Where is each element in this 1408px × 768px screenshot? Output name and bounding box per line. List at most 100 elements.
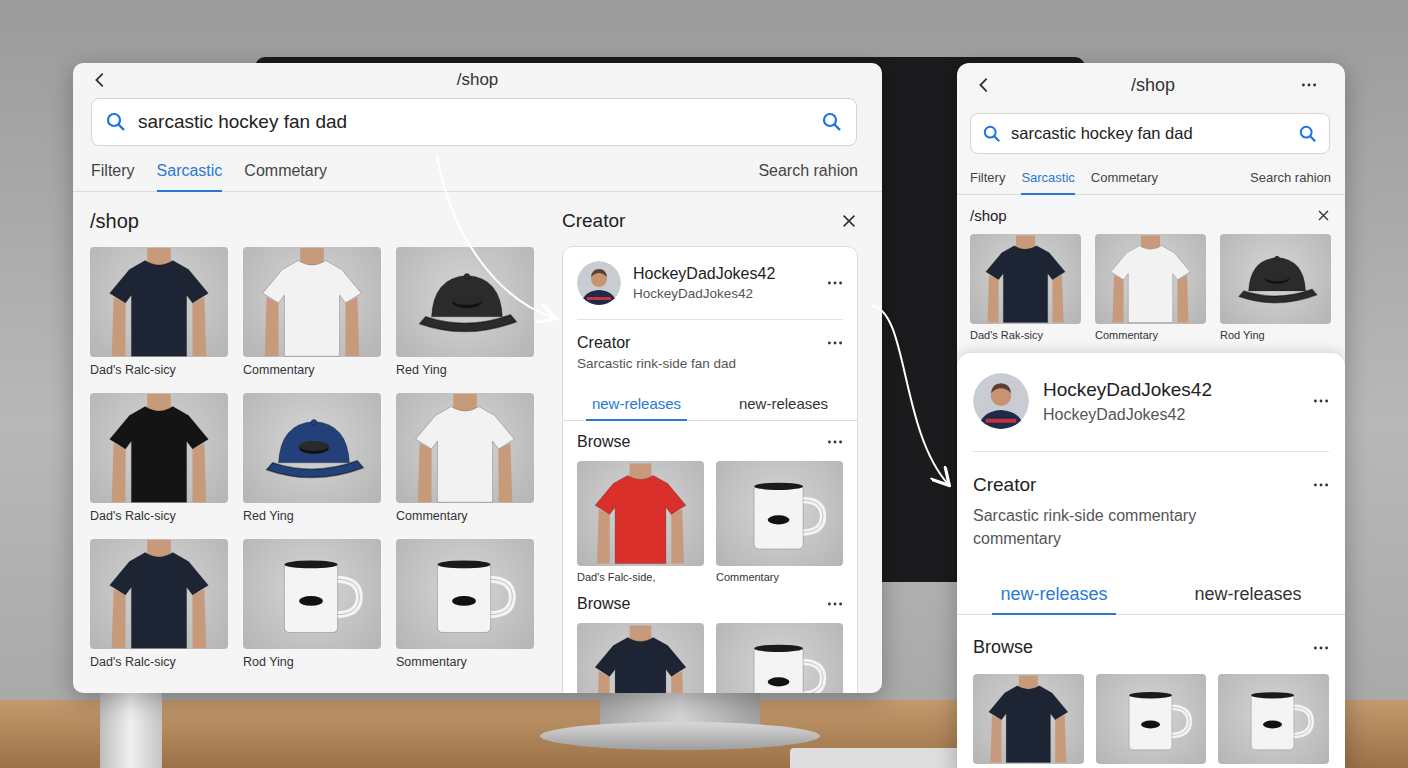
- search-link[interactable]: Search rahion: [758, 158, 858, 192]
- creator-tab[interactable]: new-releases: [957, 578, 1151, 614]
- arrow-icon: [872, 306, 948, 484]
- more-icon[interactable]: [1313, 398, 1329, 404]
- search-field[interactable]: sarcastic hockey fan dad: [91, 98, 857, 146]
- filter-tab[interactable]: Sarcastic: [157, 158, 223, 192]
- creator-tab[interactable]: new-releases: [710, 389, 857, 420]
- filter-tabs: Filtery Sarcastic Commetary Search rahion: [957, 154, 1345, 195]
- monitor-stand-base: [540, 722, 820, 750]
- back-chevron-icon[interactable]: [91, 71, 109, 89]
- product-card[interactable]: Dad's Ralc-sicy: [90, 247, 228, 377]
- creator-panel-title: Creator: [562, 210, 625, 232]
- more-icon[interactable]: [1313, 482, 1329, 488]
- product-caption: Commentary: [396, 509, 534, 523]
- more-icon[interactable]: [827, 280, 843, 286]
- search-submit-icon[interactable]: [822, 112, 842, 132]
- creator-tab[interactable]: new-releases: [1151, 578, 1345, 614]
- creator-profile: HockeyDadJokes42HockeyDadJokes42: [577, 247, 843, 320]
- product-image: [1095, 234, 1206, 324]
- product-image: [973, 674, 1084, 764]
- search-submit-icon[interactable]: [1299, 125, 1317, 143]
- product-caption: Commentary: [243, 363, 381, 377]
- back-chevron-icon[interactable]: [975, 76, 993, 94]
- mug-image: [396, 539, 534, 649]
- creator-tabs: new-releasesnew-releases: [563, 389, 857, 421]
- close-icon[interactable]: [1316, 208, 1331, 223]
- product-card[interactable]: [577, 623, 704, 693]
- product-card[interactable]: Rod Ying: [243, 539, 381, 669]
- creator-bio: Sarcastic rink-side fan dad: [577, 356, 843, 371]
- window-title: /shop: [131, 70, 824, 90]
- window-title: /shop: [1005, 75, 1301, 96]
- product-caption: Dad's Ralc-sicy: [90, 363, 228, 377]
- product-card[interactable]: Dad's Ralc-sicy: [90, 393, 228, 523]
- product-card[interactable]: Commentary: [243, 247, 381, 377]
- product-image: [716, 623, 843, 693]
- product-caption: Commentary: [1095, 329, 1206, 341]
- filter-tab[interactable]: Filtery: [970, 166, 1005, 195]
- shop-header: /shop: [957, 195, 1345, 224]
- search-value: sarcastic hockey fan dad: [1011, 124, 1289, 143]
- product-caption: Rod Ying: [1220, 329, 1331, 341]
- browse-grid: Dad's Falc-side, Commentary: [577, 461, 843, 583]
- product-card[interactable]: Red Ying: [243, 393, 381, 523]
- filter-tab[interactable]: Commetary: [1091, 166, 1158, 195]
- creator-section-title: Creator: [577, 334, 630, 352]
- creator-card: HockeyDadJokes42HockeyDadJokes42 Creator S…: [562, 246, 858, 693]
- search-field[interactable]: sarcastic hockey fan dad: [970, 113, 1330, 154]
- product-caption: Rod Ying: [243, 655, 381, 669]
- product-card[interactable]: Red Ying: [396, 247, 534, 377]
- more-icon[interactable]: [827, 439, 843, 445]
- creator-panel-header: Creator: [562, 210, 858, 232]
- cap-image: [1220, 234, 1331, 324]
- mug-image: [243, 539, 381, 649]
- product-card[interactable]: Dad's Ralc-sicy: [90, 539, 228, 669]
- mug-image: [1096, 674, 1207, 764]
- more-icon[interactable]: [1301, 82, 1317, 88]
- product-card[interactable]: [716, 623, 843, 693]
- shirt-image: [973, 674, 1084, 764]
- filter-tab[interactable]: Commetary: [244, 158, 327, 192]
- title-bar: /shop: [957, 63, 1345, 107]
- product-image: [90, 393, 228, 503]
- product-card[interactable]: [1096, 674, 1207, 764]
- shop-heading: /shop: [90, 210, 540, 233]
- more-icon[interactable]: [1313, 645, 1329, 651]
- product-image: [243, 393, 381, 503]
- product-caption: Dad's Ralc-sicy: [90, 509, 228, 523]
- search-link[interactable]: Search rahion: [1250, 166, 1331, 195]
- browse-section: BrowseDad's Falc-side,Commentary: [577, 421, 843, 583]
- avatar-icon: [973, 373, 1029, 429]
- product-card[interactable]: Dad's Falc-side,: [577, 461, 704, 583]
- creator-tab[interactable]: new-releases: [563, 389, 710, 420]
- product-card[interactable]: Commentary: [396, 393, 534, 523]
- product-image: [90, 247, 228, 357]
- product-card[interactable]: Dad's Rak-sicy: [970, 234, 1081, 341]
- product-image: [577, 461, 704, 566]
- shop-window: /shop sarcastic hockey fan dad Filtery Sarc…: [73, 63, 882, 693]
- product-image: [1218, 674, 1329, 764]
- product-image: [970, 234, 1081, 324]
- product-caption: Dad's Falc-side,: [577, 571, 704, 583]
- product-card[interactable]: Commentary: [716, 461, 843, 583]
- product-card[interactable]: Rod Ying: [1220, 234, 1331, 341]
- search-value: sarcastic hockey fan dad: [138, 111, 810, 133]
- product-card[interactable]: [973, 674, 1084, 764]
- cap-image: [243, 393, 381, 503]
- browse-grid: [577, 623, 843, 693]
- creator-tabs: new-releasesnew-releases: [957, 578, 1345, 615]
- filter-tab[interactable]: Filtery: [91, 158, 135, 192]
- close-icon[interactable]: [840, 212, 858, 230]
- filter-tab[interactable]: Sarcastic: [1021, 166, 1074, 195]
- product-card[interactable]: Sommentary: [396, 539, 534, 669]
- product-image: [396, 247, 534, 357]
- product-image: [90, 539, 228, 649]
- product-caption: Commentary: [716, 571, 843, 583]
- more-icon[interactable]: [827, 340, 843, 346]
- creator-section-header: Creator: [577, 320, 843, 356]
- product-card[interactable]: [1218, 674, 1329, 764]
- product-grid: Dad's Rak-sicy Commentary Rod Ying: [970, 234, 1331, 341]
- flow-arrows: [0, 0, 1408, 768]
- product-card[interactable]: Commentary: [1095, 234, 1206, 341]
- title-bar: /shop: [73, 63, 882, 97]
- more-icon[interactable]: [827, 601, 843, 607]
